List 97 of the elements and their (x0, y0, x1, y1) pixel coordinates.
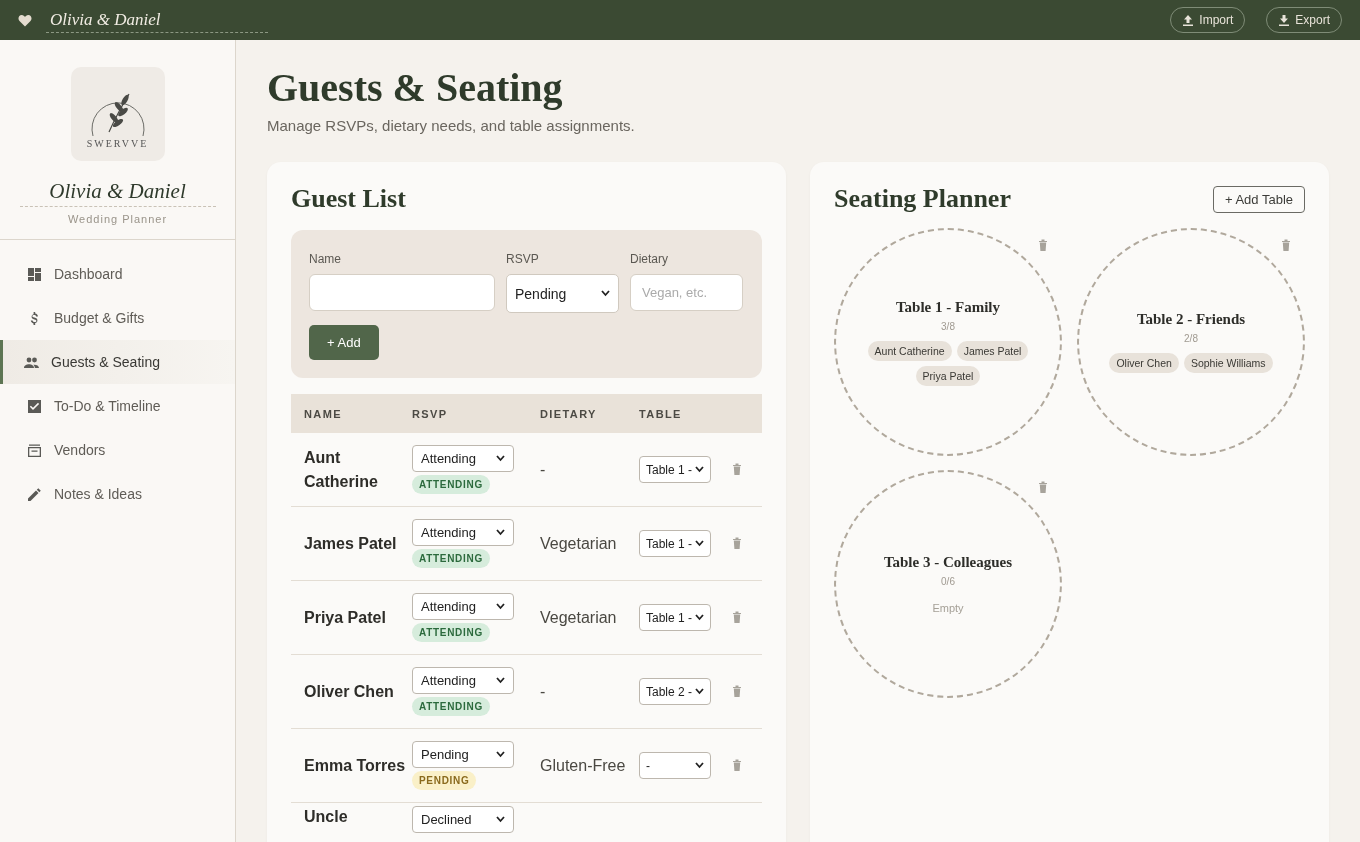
rsvp-select[interactable]: Attending (412, 519, 514, 546)
add-guest-button[interactable]: + Add (309, 325, 379, 360)
nav-item[interactable]: Dashboard (0, 252, 235, 296)
trash-icon[interactable] (1038, 239, 1048, 251)
heart-icon (18, 13, 32, 27)
nav-item[interactable]: Guests & Seating (0, 340, 235, 384)
table-name: Table 3 - Colleagues (883, 554, 1013, 571)
chevron-icon (695, 540, 704, 547)
logo-wordmark: SWERVVE (86, 137, 149, 149)
rsvp-select[interactable]: Attending (412, 667, 514, 694)
seat-count: 3/8 (941, 320, 955, 332)
guest-name: Priya Patel (304, 607, 387, 628)
rsvp-select[interactable]: Attending (412, 445, 514, 472)
table-select[interactable]: - (639, 752, 711, 779)
rsvp-status: ATTENDING (412, 623, 490, 642)
card-title: Seating Planner (834, 184, 1011, 214)
table-name: Table 2 - Friends (1136, 311, 1246, 328)
nav-label: Budget & Gifts (54, 310, 145, 326)
nav-item[interactable]: Notes & Ideas (0, 472, 235, 516)
column-header: NAME (304, 407, 343, 420)
rsvp-select[interactable]: Pending (506, 274, 619, 313)
rsvp-status: PENDING (412, 771, 477, 790)
chevron-icon (496, 677, 505, 684)
nav-label: Vendors (54, 442, 106, 458)
app-subtitle: Wedding Planner (67, 213, 168, 225)
couple-name: Olivia & Daniel (19, 179, 216, 207)
dietary-text: Gluten-Free (540, 756, 626, 774)
chevron-icon (695, 614, 704, 621)
column-header: DIETARY (540, 407, 598, 420)
empty-label: Empty (932, 602, 964, 614)
seat-count: 0/6 (941, 576, 955, 587)
table-select[interactable]: Table 1 - (639, 604, 711, 631)
trash-icon[interactable] (1281, 239, 1291, 251)
nav-label: Notes & Ideas (54, 486, 142, 502)
checkbox-icon (27, 398, 42, 414)
rsvp-status: ATTENDING (412, 697, 490, 716)
dietary-text: - (540, 460, 546, 478)
guest-name: Emma Torres (304, 755, 407, 776)
nav-label: Dashboard (54, 266, 123, 282)
chevron-icon (496, 816, 505, 823)
chevron-icon (601, 290, 610, 297)
nav-item[interactable]: To-Do & Timeline (0, 384, 235, 428)
name-input[interactable] (309, 274, 495, 311)
seat-count: 2/8 (1184, 333, 1198, 344)
nav-label: To-Do & Timeline (54, 398, 161, 414)
dietary-text: Vegetarian (540, 534, 617, 552)
dashboard-icon (27, 266, 42, 282)
page-title: Guests & Seating (267, 64, 564, 111)
guest-name: James Patel (304, 533, 398, 554)
chevron-icon (695, 762, 704, 769)
rsvp-status: ATTENDING (412, 475, 490, 494)
guest-name: Uncle (304, 807, 349, 827)
nav-label: Guests & Seating (51, 354, 160, 370)
column-header: RSVP (412, 407, 449, 420)
nav-item[interactable]: Vendors (0, 428, 235, 472)
chevron-icon (695, 466, 704, 473)
card-title: Guest List (291, 184, 407, 214)
trash-icon[interactable] (732, 462, 742, 475)
dietary-text: Vegetarian (540, 608, 617, 626)
table-select[interactable]: Table 1 - (639, 456, 711, 483)
chevron-icon (496, 751, 505, 758)
page-subtitle: Manage RSVPs, dietary needs, and table assignments. (267, 117, 636, 134)
column-header: TABLE (639, 407, 683, 420)
field-label: Name (309, 252, 342, 266)
chevron-icon (496, 455, 505, 462)
dietary-text: - (540, 682, 546, 700)
table-name: Table 1 - Family (895, 298, 1000, 316)
chevron-icon (496, 529, 505, 536)
trash-icon[interactable] (732, 758, 742, 771)
rsvp-select[interactable]: Attending (412, 593, 514, 620)
trash-icon[interactable] (732, 610, 742, 623)
guest-chip: Sophie Williams (1183, 353, 1273, 373)
vendor-icon (27, 442, 42, 458)
pencil-icon (27, 486, 42, 502)
trash-icon[interactable] (732, 684, 742, 697)
download-icon (1279, 14, 1290, 26)
trash-icon[interactable] (1038, 481, 1048, 493)
add-table-button[interactable]: + Add Table (1212, 185, 1305, 213)
rsvp-status: ATTENDING (412, 549, 490, 568)
upload-icon (1183, 14, 1194, 26)
trash-icon[interactable] (732, 536, 742, 549)
guest-chip: Priya Patel (915, 365, 981, 386)
guest-chip: James Patel (956, 340, 1029, 361)
rsvp-select[interactable]: Pending (412, 741, 514, 768)
chevron-icon (496, 603, 505, 610)
field-label: Dietary (630, 252, 669, 266)
guest-chip: Aunt Catherine (867, 340, 952, 361)
chevron-icon (695, 688, 704, 695)
guest-name: Aunt Catherine (304, 447, 379, 492)
guest-chip: Oliver Chen (1109, 353, 1179, 373)
table-select[interactable]: Table 1 - (639, 530, 711, 557)
guest-name: Oliver Chen (304, 681, 395, 702)
project-title-field[interactable]: Olivia & Daniel (46, 7, 268, 33)
field-label: RSVP (506, 252, 540, 266)
nav-item[interactable]: Budget & Gifts (0, 296, 235, 340)
rsvp-select[interactable]: Declined (412, 806, 514, 833)
table-select[interactable]: Table 2 - (639, 678, 711, 705)
